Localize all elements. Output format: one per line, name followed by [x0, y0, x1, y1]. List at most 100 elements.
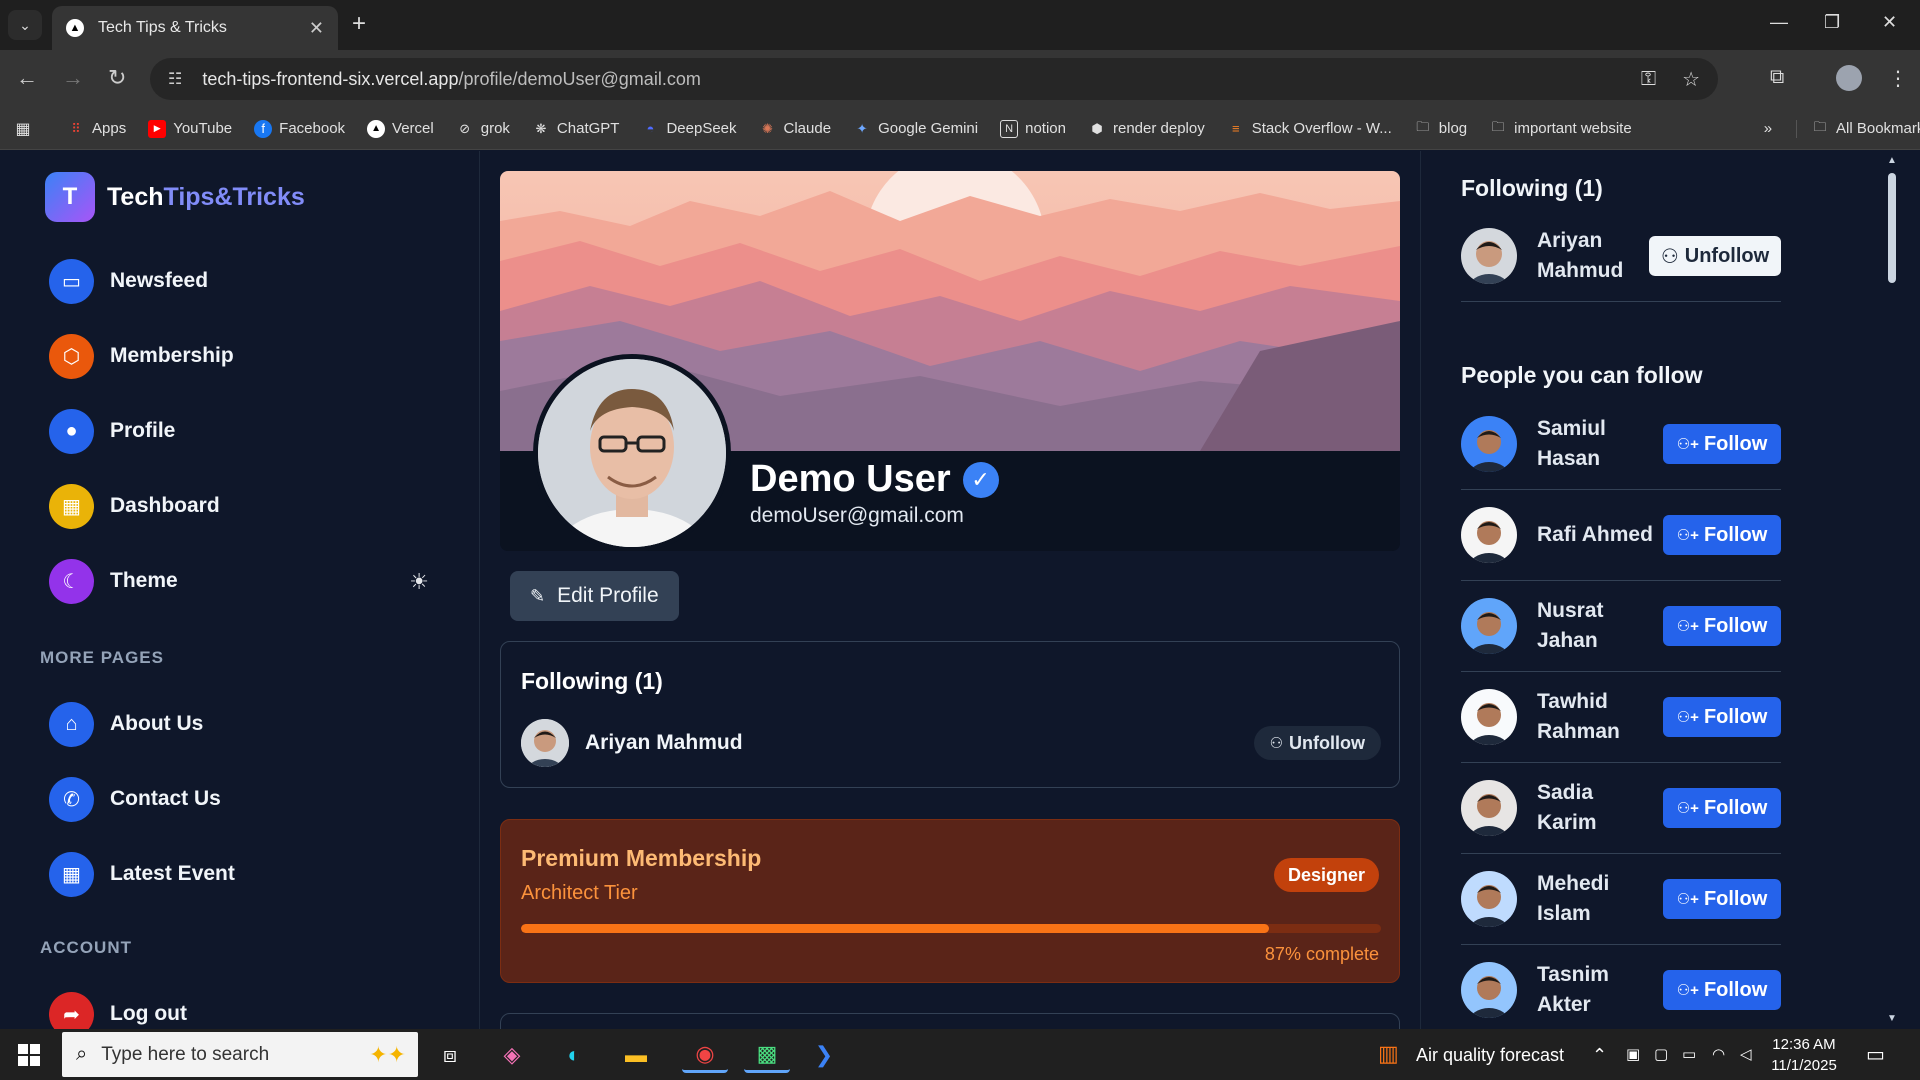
- avatar[interactable]: [1461, 962, 1517, 1018]
- taskbar-search-input[interactable]: ⌕ Type here to search ✦✦: [62, 1032, 418, 1077]
- user-name[interactable]: Nusrat Jahan: [1537, 596, 1657, 656]
- chrome-icon[interactable]: ◉: [682, 1037, 728, 1073]
- nav-latest-event[interactable]: ▦ Latest Event: [49, 851, 429, 897]
- follow-button[interactable]: ⚇+ Follow: [1663, 697, 1781, 737]
- avatar[interactable]: [1461, 598, 1517, 654]
- bookmark-star-icon[interactable]: ☆: [1682, 67, 1700, 92]
- back-icon[interactable]: ←: [16, 65, 38, 91]
- nav-about-us[interactable]: ⌂ About Us: [49, 701, 429, 747]
- nav-theme[interactable]: ☾ Theme ☀: [49, 558, 429, 604]
- unfollow-button[interactable]: ⚇ Unfollow: [1649, 236, 1781, 276]
- user-name[interactable]: Sadia Karim: [1537, 778, 1657, 838]
- nav-dashboard[interactable]: ▦ Dashboard: [49, 483, 429, 529]
- avatar[interactable]: [1461, 871, 1517, 927]
- site-settings-icon[interactable]: ☷: [168, 69, 182, 89]
- user-circle-icon: ●: [49, 408, 94, 454]
- following-user-name[interactable]: Ariyan Mahmud: [585, 731, 1254, 755]
- extensions-icon[interactable]: ⧉: [1770, 66, 1784, 89]
- system-clock[interactable]: 12:36 AM 11/1/2025: [1762, 1034, 1846, 1076]
- forward-icon[interactable]: →: [62, 65, 84, 91]
- close-tab-icon[interactable]: ✕: [309, 18, 324, 39]
- follow-button[interactable]: ⚇+ Follow: [1663, 606, 1781, 646]
- apps-grid-icon[interactable]: ▦: [14, 120, 39, 138]
- follow-button[interactable]: ⚇+ Follow: [1663, 515, 1781, 555]
- user-name[interactable]: Tawhid Rahman: [1537, 687, 1657, 747]
- bookmark-folder-important[interactable]: 🗀 important website: [1489, 119, 1632, 138]
- display-icon[interactable]: ▢: [1654, 1045, 1668, 1063]
- task-view-icon[interactable]: ⧈: [432, 1037, 468, 1073]
- sun-toggle-icon[interactable]: ☀: [409, 569, 429, 595]
- weather-text[interactable]: Air quality forecast: [1416, 1045, 1564, 1066]
- menu-kebab-icon[interactable]: ⋮: [1888, 66, 1908, 91]
- page-scrollbar[interactable]: ▲ ▼: [1884, 151, 1900, 1029]
- user-name[interactable]: Samiul Hasan: [1537, 414, 1657, 474]
- user-name[interactable]: Ariyan Mahmud: [1537, 226, 1657, 286]
- bookmark-facebook[interactable]: f Facebook: [254, 119, 345, 138]
- bookmark-notion[interactable]: Nnotion: [1000, 119, 1066, 138]
- meet-icon[interactable]: ▣: [1626, 1045, 1640, 1063]
- windows-start-icon[interactable]: [18, 1044, 40, 1066]
- bookmark-render[interactable]: ⬢ render deploy: [1088, 120, 1204, 138]
- wifi-icon[interactable]: ◠: [1712, 1045, 1725, 1063]
- user-name[interactable]: Rafi Ahmed: [1537, 520, 1657, 550]
- profile-avatar-icon[interactable]: [1836, 65, 1862, 91]
- bookmark-claude[interactable]: ✺ Claude: [759, 120, 831, 138]
- scroll-down-icon[interactable]: ▼: [1887, 1013, 1897, 1024]
- more-bookmarks-icon[interactable]: »: [1764, 120, 1772, 137]
- scrollbar-thumb[interactable]: [1888, 173, 1896, 283]
- minimize-icon[interactable]: —: [1770, 12, 1788, 33]
- edit-profile-button[interactable]: ✎ Edit Profile: [510, 571, 679, 621]
- site-logo[interactable]: T TechTips&Tricks: [45, 172, 305, 222]
- profile-avatar[interactable]: [533, 354, 731, 551]
- url-omnibox[interactable]: ☷ tech-tips-frontend-six.vercel.app/prof…: [150, 58, 1718, 100]
- nav-profile[interactable]: ● Profile: [49, 408, 429, 454]
- nav-newsfeed[interactable]: ▭ Newsfeed: [49, 258, 429, 304]
- bookmark-stackoverflow[interactable]: ≡ Stack Overflow - W...: [1227, 120, 1392, 138]
- follow-button[interactable]: ⚇+ Follow: [1663, 788, 1781, 828]
- reload-icon[interactable]: ↻: [108, 65, 126, 91]
- restore-icon[interactable]: ❐: [1824, 12, 1840, 33]
- avatar[interactable]: [1461, 228, 1517, 284]
- avatar[interactable]: [1461, 780, 1517, 836]
- avatar[interactable]: [1461, 507, 1517, 563]
- bookmark-deepseek[interactable]: ◓ DeepSeek: [641, 120, 737, 138]
- avatar-image: [1469, 703, 1509, 745]
- edge-icon[interactable]: ◐: [556, 1037, 592, 1073]
- battery-icon[interactable]: ▭: [1682, 1045, 1696, 1063]
- weather-icon[interactable]: ▥: [1378, 1041, 1399, 1067]
- nav-contact-us[interactable]: ✆ Contact Us: [49, 776, 429, 822]
- follow-button[interactable]: ⚇+ Follow: [1663, 424, 1781, 464]
- follow-button[interactable]: ⚇+ Follow: [1663, 970, 1781, 1010]
- tab-search-dropdown[interactable]: ⌄: [8, 10, 42, 40]
- browser-tab-active[interactable]: ▲ Tech Tips & Tricks ✕: [52, 6, 338, 50]
- user-name[interactable]: Mehedi Islam: [1537, 869, 1657, 929]
- image-app-icon[interactable]: ▩: [744, 1037, 790, 1073]
- unfollow-button[interactable]: ⚇ Unfollow: [1253, 726, 1381, 760]
- bookmark-apps[interactable]: ⠿ Apps: [67, 120, 126, 138]
- tray-chevron-icon[interactable]: ⌃: [1592, 1045, 1607, 1066]
- bookmark-folder-blog[interactable]: 🗀 blog: [1414, 119, 1467, 138]
- password-key-icon[interactable]: ⚿: [1641, 68, 1656, 91]
- window-close-icon[interactable]: ✕: [1882, 12, 1897, 33]
- bookmark-grok[interactable]: ⊘ grok: [456, 120, 510, 138]
- bookmark-chatgpt[interactable]: ❋ ChatGPT: [532, 120, 619, 138]
- volume-icon[interactable]: ◁: [1740, 1045, 1752, 1063]
- avatar[interactable]: [1461, 416, 1517, 472]
- scroll-up-icon[interactable]: ▲: [1887, 155, 1897, 166]
- avatar[interactable]: [521, 719, 569, 767]
- follow-button[interactable]: ⚇+ Follow: [1663, 879, 1781, 919]
- new-tab-icon[interactable]: +: [352, 12, 366, 36]
- user-plus-icon: ⚇+: [1676, 800, 1699, 817]
- nav-logout[interactable]: ➦ Log out: [49, 991, 429, 1029]
- copilot-icon[interactable]: ◈: [494, 1037, 530, 1073]
- bookmark-youtube[interactable]: ▶ YouTube: [148, 119, 232, 138]
- nav-membership[interactable]: ⬡ Membership: [49, 333, 429, 379]
- bookmark-vercel[interactable]: ▲ Vercel: [367, 119, 434, 138]
- file-explorer-icon[interactable]: ▬: [618, 1037, 654, 1073]
- user-name[interactable]: Tasnim Akter: [1537, 960, 1657, 1020]
- all-bookmarks-folder[interactable]: 🗀All Bookmarks: [1796, 119, 1920, 138]
- avatar[interactable]: [1461, 689, 1517, 745]
- bookmark-gemini[interactable]: ✦ Google Gemini: [853, 120, 979, 138]
- notifications-icon[interactable]: ▭: [1866, 1042, 1885, 1067]
- vscode-icon[interactable]: ❯: [806, 1037, 842, 1073]
